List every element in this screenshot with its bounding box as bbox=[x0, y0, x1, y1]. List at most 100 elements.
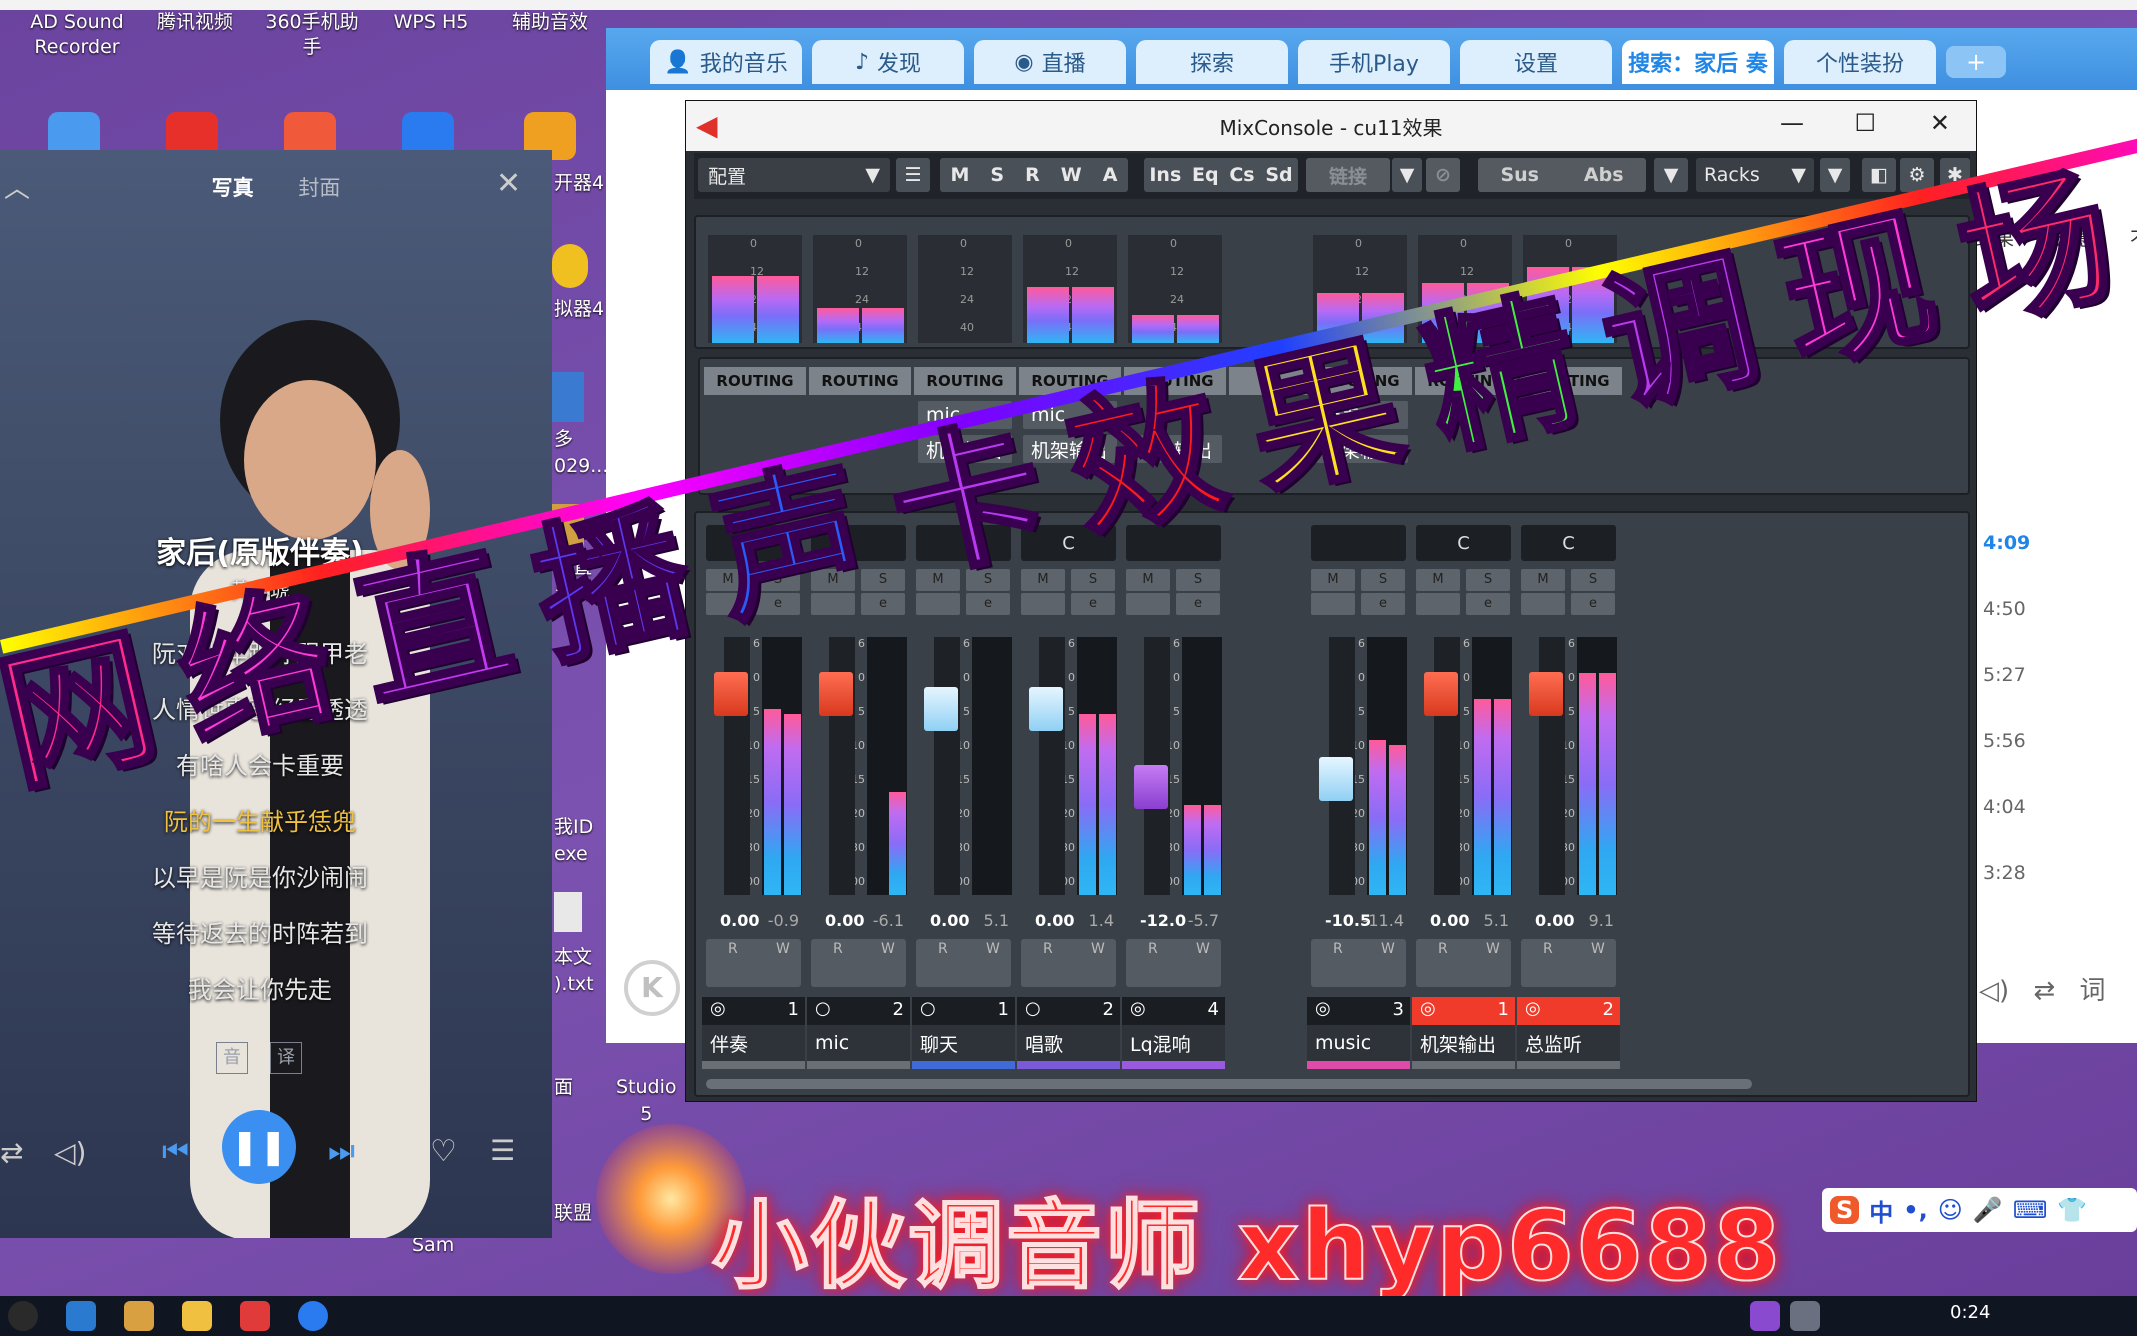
shuffle-icon[interactable]: ⇄ bbox=[0, 1136, 23, 1169]
edit-channel-button[interactable]: e bbox=[1071, 593, 1115, 615]
channel-number-bar[interactable]: ◎ 2 bbox=[1517, 997, 1620, 1025]
volume-value[interactable]: 0.00 bbox=[1430, 911, 1469, 930]
fader-handle[interactable] bbox=[1134, 764, 1168, 809]
write-automation-button[interactable]: W bbox=[1486, 941, 1500, 957]
tab-my-music[interactable]: 👤 我的音乐 bbox=[650, 40, 802, 84]
sus-dropdown-icon[interactable]: ▼ bbox=[1654, 158, 1688, 192]
ime-mode-label[interactable]: 中 bbox=[1869, 1193, 1893, 1228]
mute-button[interactable]: M bbox=[1416, 569, 1460, 591]
channel-name[interactable]: music bbox=[1307, 1025, 1410, 1061]
app-icon[interactable] bbox=[552, 244, 588, 288]
channel-name[interactable]: 总监听 bbox=[1517, 1025, 1620, 1061]
suspend-button[interactable]: Sus bbox=[1500, 164, 1539, 186]
volume-value[interactable]: 0.00 bbox=[1535, 911, 1574, 930]
channel-name[interactable]: mic bbox=[807, 1025, 910, 1061]
playlist-icon[interactable]: ☰ bbox=[490, 1134, 515, 1167]
fader-track[interactable] bbox=[1039, 637, 1065, 895]
app-icon[interactable] bbox=[552, 372, 584, 422]
mute-button[interactable]: M bbox=[1126, 569, 1170, 591]
next-icon[interactable]: ⏭ bbox=[328, 1134, 355, 1169]
horizontal-scrollbar[interactable] bbox=[706, 1079, 1752, 1089]
cs-button[interactable]: Cs bbox=[1229, 164, 1254, 186]
minimize-icon[interactable]: — bbox=[1780, 109, 1804, 137]
chevron-up-icon[interactable]: ︿ bbox=[4, 168, 30, 205]
tab-explore[interactable]: 探索 bbox=[1136, 40, 1288, 84]
channel-number-bar[interactable]: ◎ 4 bbox=[1122, 997, 1225, 1025]
sends-button[interactable]: Sd bbox=[1265, 164, 1292, 186]
channel-name[interactable]: 机架输出 bbox=[1412, 1025, 1515, 1061]
listen-button[interactable] bbox=[1021, 593, 1065, 615]
desktop-icon-ad-sound-recorder[interactable]: AD Sound Recorder bbox=[22, 10, 132, 59]
tab-photo[interactable]: 写真 bbox=[212, 176, 254, 200]
channel-name[interactable]: 唱歌 bbox=[1017, 1025, 1120, 1061]
solo-button[interactable]: S bbox=[1571, 569, 1615, 591]
filter-unsatisfied[interactable]: 不满 bbox=[2130, 228, 2137, 250]
fader-track[interactable] bbox=[934, 637, 960, 895]
write-automation-button[interactable]: W bbox=[1591, 941, 1605, 957]
taskbar-app-icon[interactable] bbox=[124, 1301, 154, 1331]
tab-skin[interactable]: 个性装扮 bbox=[1784, 40, 1936, 84]
emoji-icon[interactable]: ☺ bbox=[1938, 1196, 1963, 1224]
channel-name[interactable]: 聊天 bbox=[912, 1025, 1015, 1061]
eq-button[interactable]: Eq bbox=[1192, 164, 1219, 186]
listen-button[interactable] bbox=[1521, 593, 1565, 615]
close-icon[interactable]: ✕ bbox=[1930, 109, 1950, 137]
channel-number-bar[interactable]: ○ 1 bbox=[912, 997, 1015, 1025]
desktop-icon-audio-helper[interactable]: 辅助音效 bbox=[495, 10, 605, 35]
pan-knob[interactable] bbox=[1311, 525, 1406, 561]
add-tab-button[interactable]: + bbox=[1946, 46, 2006, 78]
edit-channel-button[interactable]: e bbox=[1176, 593, 1220, 615]
config-dropdown[interactable]: 配置 ▼ bbox=[698, 158, 890, 192]
write-automation-button[interactable]: W bbox=[986, 941, 1000, 957]
inserts-button[interactable]: Ins bbox=[1149, 164, 1181, 186]
solo-all-button[interactable]: S bbox=[990, 164, 1004, 186]
keyboard-icon[interactable]: ⌨ bbox=[2013, 1196, 2048, 1224]
write-automation-button[interactable]: W bbox=[881, 941, 895, 957]
heart-icon[interactable]: ♡ bbox=[430, 1134, 457, 1169]
channel-number-bar[interactable]: ○ 2 bbox=[1017, 997, 1120, 1025]
mute-button[interactable]: M bbox=[1521, 569, 1565, 591]
tab-mobile-play[interactable]: 手机Play bbox=[1298, 40, 1450, 84]
edit-channel-button[interactable]: e bbox=[1466, 593, 1510, 615]
link-icon[interactable]: ⊘ bbox=[1426, 158, 1460, 192]
mute-button[interactable]: M bbox=[1311, 569, 1355, 591]
write-automation-button[interactable]: W bbox=[1381, 941, 1395, 957]
tab-cover[interactable]: 封面 bbox=[298, 176, 340, 200]
write-all-button[interactable]: W bbox=[1061, 164, 1082, 186]
write-automation-button[interactable]: W bbox=[1091, 941, 1105, 957]
mute-all-button[interactable]: M bbox=[951, 164, 970, 186]
absolute-button[interactable]: Abs bbox=[1584, 164, 1624, 186]
read-automation-button[interactable]: R bbox=[1148, 941, 1158, 957]
read-automation-button[interactable]: R bbox=[728, 941, 738, 957]
read-automation-button[interactable]: R bbox=[1543, 941, 1553, 957]
fader-handle[interactable] bbox=[1029, 687, 1063, 732]
volume-icon[interactable]: ◁) bbox=[54, 1136, 86, 1169]
fader-handle[interactable] bbox=[714, 671, 748, 716]
channel-number-bar[interactable]: ◎ 1 bbox=[1412, 997, 1515, 1025]
pan-knob[interactable]: C bbox=[1416, 525, 1511, 561]
text-file-icon[interactable] bbox=[554, 892, 582, 932]
write-automation-button[interactable]: W bbox=[776, 941, 790, 957]
listen-button[interactable] bbox=[1311, 593, 1355, 615]
previous-icon[interactable]: ⏮ bbox=[162, 1134, 189, 1169]
fader-handle[interactable] bbox=[1319, 756, 1353, 801]
fader-handle[interactable] bbox=[1529, 671, 1563, 716]
read-automation-button[interactable]: R bbox=[833, 941, 843, 957]
folder-icon[interactable] bbox=[182, 1301, 212, 1331]
volume-value[interactable]: 0.00 bbox=[720, 911, 759, 930]
channel-number-bar[interactable]: ◎ 3 bbox=[1307, 997, 1410, 1025]
desktop-icon-tencent-video[interactable]: 腾讯视频 bbox=[140, 10, 250, 35]
solo-button[interactable]: S bbox=[1176, 569, 1220, 591]
pan-knob[interactable]: C bbox=[1521, 525, 1616, 561]
tab-discover[interactable]: ♪ 发现 bbox=[812, 40, 964, 84]
read-all-button[interactable]: R bbox=[1025, 164, 1040, 186]
taskbar-app-icon[interactable] bbox=[66, 1301, 96, 1331]
edit-channel-button[interactable]: e bbox=[1361, 593, 1405, 615]
write-automation-button[interactable]: W bbox=[1196, 941, 1210, 957]
lyric-toggle-button[interactable]: 音 bbox=[216, 1042, 248, 1074]
read-automation-button[interactable]: R bbox=[1333, 941, 1343, 957]
maximize-icon[interactable]: ☐ bbox=[1854, 109, 1876, 137]
lyric-button[interactable]: 词 bbox=[2079, 976, 2105, 1006]
desktop-icon-wps-h5[interactable]: WPS H5 bbox=[376, 10, 486, 35]
channel-name[interactable]: Lq混响 bbox=[1122, 1025, 1225, 1061]
